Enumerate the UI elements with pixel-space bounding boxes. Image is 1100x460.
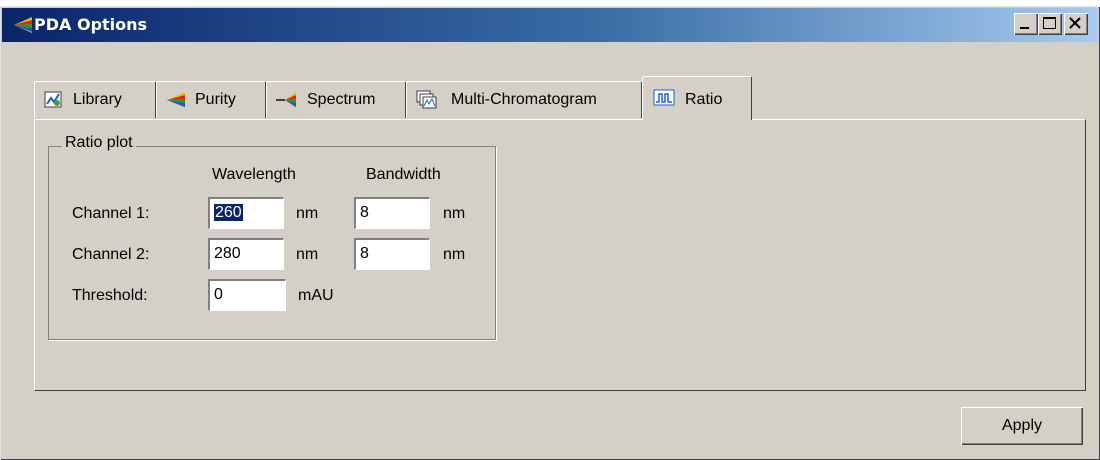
channel1-wavelength-input[interactable]: 260 [208, 197, 284, 229]
purity-icon [167, 92, 185, 108]
tab-library[interactable]: Library [34, 81, 156, 118]
maximize-icon [1043, 17, 1056, 29]
threshold-unit: mAU [298, 287, 334, 304]
channel1-wavelength-unit: nm [296, 205, 319, 222]
tab-multi-chromatogram[interactable]: Multi-Chromatogram [406, 81, 642, 118]
tab-purity[interactable]: Purity [156, 81, 266, 118]
pda-options-window: PDA Options Library Purity Spectrum Mult… [0, 6, 1100, 460]
close-button[interactable] [1064, 13, 1088, 35]
threshold-input[interactable]: 0 [208, 279, 286, 311]
library-icon [44, 91, 62, 108]
channel2-bandwidth-input[interactable]: 8 [354, 238, 430, 270]
minimize-button[interactable] [1014, 13, 1038, 35]
group-title: Ratio plot [62, 134, 136, 152]
close-icon [1069, 17, 1081, 29]
window-title: PDA Options [34, 15, 148, 34]
bandwidth-header: Bandwidth [366, 166, 441, 183]
minimize-icon [1020, 27, 1029, 29]
channel2-wavelength-input[interactable]: 280 [208, 238, 284, 270]
threshold-label: Threshold: [72, 287, 148, 304]
channel2-bandwidth-unit: nm [443, 246, 466, 263]
channel1-label: Channel 1: [72, 205, 150, 222]
tab-spectrum[interactable]: Spectrum [266, 81, 406, 118]
ratio-icon [653, 89, 675, 106]
wavelength-header: Wavelength [212, 166, 296, 183]
multi-chromatogram-icon [416, 90, 437, 109]
apply-button[interactable]: Apply [961, 407, 1083, 445]
channel2-label: Channel 2: [72, 246, 150, 263]
pda-app-icon [14, 17, 32, 33]
channel1-bandwidth-input[interactable]: 8 [354, 197, 430, 229]
channel1-bandwidth-unit: nm [443, 205, 466, 222]
title-bar[interactable]: PDA Options [2, 8, 1098, 42]
spectrum-icon [276, 92, 296, 108]
channel2-wavelength-unit: nm [296, 246, 319, 263]
tab-ratio[interactable]: Ratio [642, 76, 752, 120]
maximize-button[interactable] [1038, 13, 1062, 35]
